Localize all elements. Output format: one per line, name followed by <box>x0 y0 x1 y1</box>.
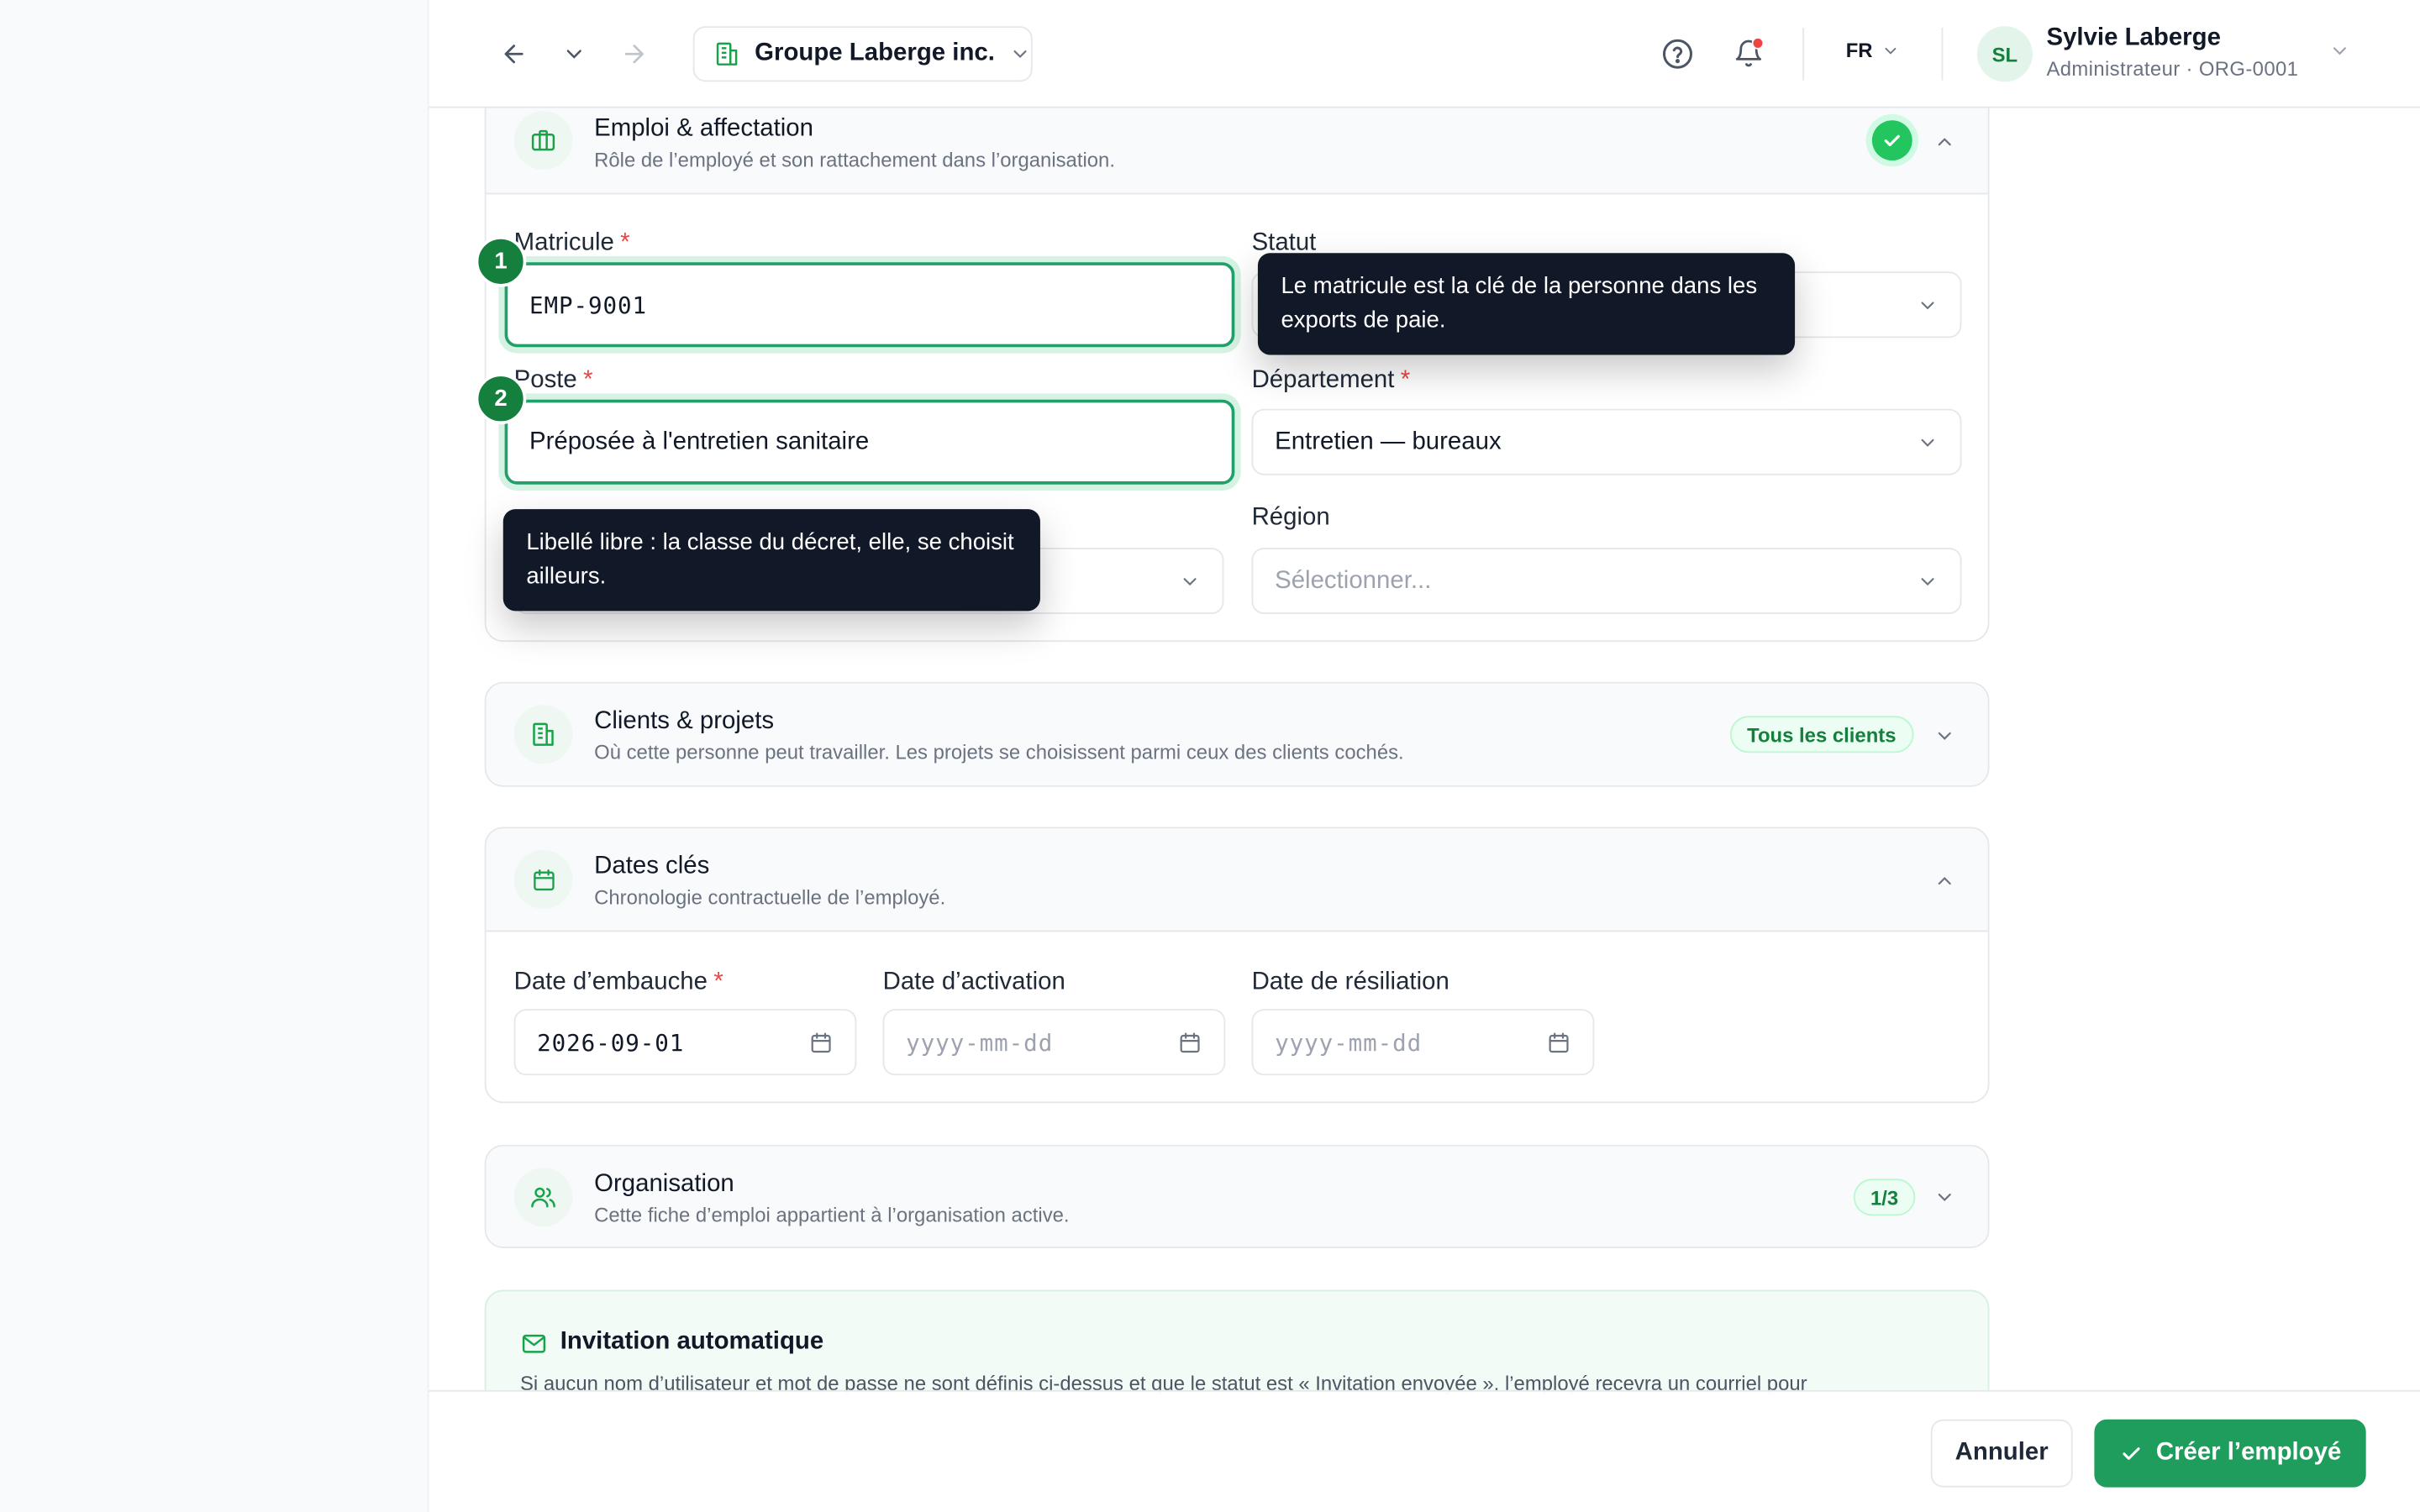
emploi-section-subtitle: Rôle de l’employé et son rattachement da… <box>594 148 1115 171</box>
clients-section-subtitle: Où cette personne peut travailler. Les p… <box>594 740 1404 764</box>
organisation-section-title: Organisation <box>594 1171 734 1198</box>
organization-name: Groupe Laberge inc. <box>755 39 995 66</box>
collapse-chevron-up-icon[interactable] <box>1933 869 1957 893</box>
language-code: FR <box>1845 38 1873 62</box>
embauche-value: 2026-09-01 <box>537 1028 685 1057</box>
dates-section-title: Dates clés <box>594 853 710 879</box>
collapse-chevron-up-icon[interactable] <box>1933 129 1957 154</box>
clients-section[interactable]: Clients & projets Où cette personne peut… <box>484 681 1990 787</box>
organisation-section-header[interactable]: Organisation Cette fiche d’emploi appart… <box>486 1146 1988 1247</box>
matricule-value: EMP-9001 <box>529 291 648 319</box>
organisation-section[interactable]: Organisation Cette fiche d’emploi appart… <box>484 1144 1990 1248</box>
chevron-down-icon <box>1917 431 1939 453</box>
user-menu-chevron-icon[interactable] <box>2329 40 2351 70</box>
region-placeholder: Sélectionner... <box>1275 566 1432 594</box>
organisation-section-subtitle: Cette fiche d’emploi appartient à l’orga… <box>594 1203 1070 1227</box>
history-chevron-down-icon[interactable] <box>554 34 594 74</box>
left-gutter <box>0 0 429 1512</box>
activation-date-input[interactable]: yyyy-mm-dd <box>882 1009 1226 1076</box>
chevron-down-icon <box>1882 41 1901 60</box>
users-icon <box>513 1168 573 1227</box>
building-icon <box>713 40 741 68</box>
user-role: Administrateur · ORG-0001 <box>2046 56 2299 81</box>
dates-section-subtitle: Chronologie contractuelle de l’employé. <box>594 885 946 909</box>
poste-value: Préposée à l'entretien sanitaire <box>529 428 870 454</box>
organization-switcher[interactable]: Groupe Laberge inc. <box>692 26 1033 82</box>
matricule-tooltip: Le matricule est la clé de la personne d… <box>1257 253 1796 355</box>
forward-arrow-icon[interactable] <box>614 34 655 74</box>
divider <box>1802 28 1805 81</box>
building-icon <box>513 705 573 764</box>
region-select[interactable]: Sélectionner... <box>1251 548 1962 615</box>
dates-section-header[interactable]: Dates clés Chronologie contractuelle de … <box>486 828 1988 932</box>
expand-chevron-down-icon[interactable] <box>1933 1185 1957 1210</box>
activation-label: Date d’activation <box>882 969 1065 995</box>
top-bar: Groupe Laberge inc. FR SL Sylvie Laberge… <box>429 0 2420 108</box>
action-bar: Annuler Créer l’employé <box>429 1389 2420 1512</box>
clients-scope-badge: Tous les clients <box>1729 716 1913 753</box>
embauche-label: Date d’embauche * <box>513 969 723 995</box>
resiliation-placeholder: yyyy-mm-dd <box>1275 1028 1423 1057</box>
clients-section-header[interactable]: Clients & projets Où cette personne peut… <box>486 683 1988 785</box>
mail-icon <box>520 1330 548 1365</box>
language-switcher[interactable]: FR <box>1845 38 1901 62</box>
expand-chevron-down-icon[interactable] <box>1933 723 1957 748</box>
briefcase-icon <box>513 111 573 171</box>
page: Groupe Laberge inc. FR SL Sylvie Laberge… <box>0 0 2420 1512</box>
departement-value: Entretien — bureaux <box>1275 428 1502 454</box>
tour-step-2-badge: 2 <box>475 373 527 425</box>
notification-bell-icon[interactable] <box>1728 34 1769 74</box>
chevron-down-icon <box>1008 43 1030 65</box>
create-employee-button[interactable]: Créer l’employé <box>2094 1419 2366 1488</box>
emploi-section-title: Emploi & affectation <box>594 115 813 142</box>
calendar-icon[interactable] <box>1546 1030 1570 1054</box>
activation-placeholder: yyyy-mm-dd <box>906 1028 1054 1057</box>
back-arrow-icon[interactable] <box>494 34 534 74</box>
matricule-input[interactable]: EMP-9001 <box>504 262 1235 348</box>
cancel-button[interactable]: Annuler <box>1930 1419 2073 1488</box>
resiliation-label: Date de résiliation <box>1251 969 1449 995</box>
calendar-icon <box>513 850 573 909</box>
poste-label: Poste * <box>513 367 593 394</box>
departement-select[interactable]: Entretien — bureaux <box>1251 408 1962 475</box>
completed-check-icon <box>1871 120 1912 161</box>
resiliation-date-input[interactable]: yyyy-mm-dd <box>1251 1009 1595 1076</box>
clients-section-title: Clients & projets <box>594 708 775 735</box>
user-name[interactable]: Sylvie Laberge <box>2046 24 2220 52</box>
poste-input[interactable]: Préposée à l'entretien sanitaire <box>504 399 1235 485</box>
help-icon[interactable] <box>1658 34 1698 74</box>
chevron-down-icon <box>1917 570 1939 592</box>
check-icon <box>2119 1441 2144 1465</box>
create-employee-label: Créer l’employé <box>2155 1439 2342 1466</box>
region-label: Région <box>1251 504 1330 531</box>
dates-section: Dates clés Chronologie contractuelle de … <box>484 827 1990 1104</box>
avatar[interactable]: SL <box>1976 26 2033 82</box>
departement-label: Département * <box>1251 367 1411 394</box>
tour-step-1-badge: 1 <box>475 236 527 287</box>
chevron-down-icon <box>1179 570 1201 592</box>
calendar-icon[interactable] <box>808 1030 833 1054</box>
invitation-title: Invitation automatique <box>560 1328 824 1355</box>
organisation-count-badge: 1/3 <box>1853 1179 1916 1216</box>
poste-tooltip: Libellé libre : la classe du décret, ell… <box>502 509 1040 612</box>
embauche-date-input[interactable]: 2026-09-01 <box>513 1009 857 1076</box>
matricule-label: Matricule * <box>513 229 630 256</box>
chevron-down-icon <box>1917 294 1939 316</box>
calendar-icon[interactable] <box>1177 1030 1202 1054</box>
notification-dot <box>1751 37 1765 50</box>
divider <box>1941 28 1944 81</box>
